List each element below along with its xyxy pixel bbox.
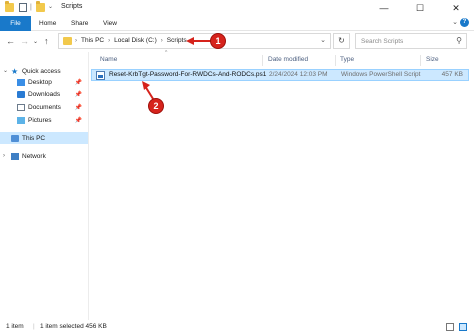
column-headers: ^ Name Date modified Type Size (90, 50, 474, 67)
column-header-size[interactable]: Size (426, 56, 439, 63)
close-button[interactable]: ✕ (438, 0, 474, 16)
annotation-callout-1: 1 (210, 33, 226, 49)
sidebar-item-label: Desktop (28, 78, 52, 86)
address-dropdown-icon[interactable]: ⌄ (320, 36, 326, 44)
tab-file[interactable]: File (0, 16, 31, 31)
file-type: Windows PowerShell Script (341, 71, 421, 78)
sort-indicator-icon: ^ (165, 50, 168, 56)
sidebar-item-label: Documents (28, 103, 61, 111)
sidebar-item-label: Downloads (28, 90, 61, 98)
breadcrumb-scripts[interactable]: Scripts (167, 37, 187, 44)
search-input[interactable] (361, 35, 451, 48)
downloads-icon (17, 90, 25, 98)
tab-home[interactable]: Home (39, 16, 56, 31)
refresh-button[interactable]: ↻ (333, 33, 350, 49)
computer-icon (11, 134, 19, 142)
sidebar-item-this-pc[interactable]: This PC (0, 132, 88, 144)
annotation-callout-2: 2 (148, 98, 164, 114)
breadcrumb-separator: › (160, 37, 163, 44)
properties-icon[interactable] (19, 3, 27, 12)
title-bar: | ⌄ Scripts — ☐ ✕ (0, 0, 474, 16)
sidebar-item-label: Quick access (22, 67, 61, 75)
large-icons-view-icon[interactable] (459, 323, 467, 331)
quick-access-toolbar-separator: | (30, 4, 32, 11)
maximize-button[interactable]: ☐ (402, 0, 438, 16)
column-divider[interactable] (335, 55, 336, 66)
back-button[interactable]: ← (6, 36, 15, 46)
sidebar-item-label: This PC (22, 134, 46, 142)
column-divider[interactable] (262, 55, 263, 66)
column-header-type[interactable]: Type (340, 56, 354, 63)
sidebar-item-network[interactable]: Network (0, 150, 88, 162)
help-icon[interactable]: ? (460, 18, 469, 27)
folder-icon (63, 37, 72, 45)
window-title: Scripts (61, 3, 83, 10)
desktop-icon (17, 78, 25, 86)
sidebar-item-label: Network (22, 152, 46, 160)
forward-button[interactable]: → (20, 36, 29, 46)
column-header-name[interactable]: Name (100, 56, 117, 63)
star-icon: ★ (11, 66, 19, 76)
sidebar-item-documents[interactable]: Documents 📌 (0, 101, 88, 113)
new-folder-icon[interactable] (36, 1, 45, 12)
status-bar: 1 item | 1 item selected 456 KB (0, 320, 474, 335)
up-button[interactable]: ↑ (44, 36, 49, 46)
details-view-icon[interactable] (446, 323, 454, 331)
breadcrumb: › This PC › Local Disk (C:) › Scripts (75, 37, 187, 44)
pin-icon: 📌 (74, 104, 82, 111)
search-icon: ⚲ (456, 36, 462, 45)
powershell-file-icon (96, 71, 105, 80)
column-divider[interactable] (420, 55, 421, 66)
ribbon-tabs: File Home Share View ⌄ ? (0, 16, 474, 31)
pin-icon: 📌 (74, 79, 82, 86)
pin-icon: 📌 (74, 91, 82, 98)
recent-locations-button[interactable]: ⌄ (33, 37, 38, 47)
tab-view[interactable]: View (103, 16, 117, 31)
expand-ribbon-icon[interactable]: ⌄ (452, 18, 458, 26)
pane-divider[interactable] (88, 52, 89, 320)
breadcrumb-local-disk[interactable]: Local Disk (C:) (114, 37, 157, 44)
search-box[interactable]: ⚲ (355, 33, 467, 49)
file-name: Reset-KrbTgt-Password-For-RWDCs-And-RODC… (109, 71, 267, 78)
navigation-pane: ⌄ ★ Quick access Desktop 📌 Downloads 📌 D… (0, 58, 88, 320)
file-date-modified: 2/24/2024 12:03 PM (269, 71, 328, 78)
documents-icon (17, 103, 25, 111)
breadcrumb-this-pc[interactable]: This PC (81, 37, 104, 44)
address-row: ← → ⌄ ↑ › This PC › Local Disk (C:) › Sc… (0, 31, 474, 52)
status-item-count: 1 item (6, 323, 24, 330)
sidebar-item-pictures[interactable]: Pictures 📌 (0, 114, 88, 126)
sidebar-item-downloads[interactable]: Downloads 📌 (0, 88, 88, 100)
sidebar-item-desktop[interactable]: Desktop 📌 (0, 76, 88, 88)
status-selection: 1 item selected 456 KB (40, 323, 107, 330)
network-icon (11, 152, 19, 160)
pictures-icon (17, 116, 25, 124)
sidebar-item-label: Pictures (28, 116, 52, 124)
customize-toolbar-chevron-icon[interactable]: ⌄ (48, 3, 53, 10)
minimize-button[interactable]: — (366, 0, 402, 16)
folder-icon (5, 1, 14, 12)
breadcrumb-separator: › (75, 37, 77, 44)
status-separator: | (33, 323, 35, 330)
breadcrumb-separator: › (108, 37, 111, 44)
file-size: 457 KB (441, 71, 463, 78)
pin-icon: 📌 (74, 117, 82, 124)
column-header-date-modified[interactable]: Date modified (268, 56, 308, 63)
tab-share[interactable]: Share (71, 16, 88, 31)
